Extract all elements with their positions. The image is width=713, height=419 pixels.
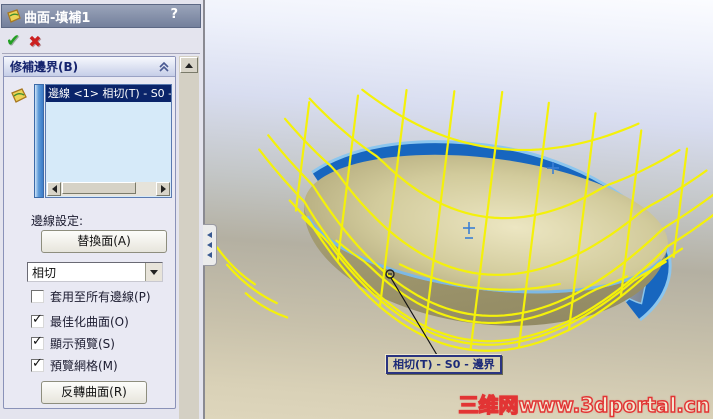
curvature-control-dropdown[interactable]: 相切 <box>27 262 163 282</box>
patch-boundary-header[interactable]: 修補邊界(B) <box>4 57 175 77</box>
patch-boundary-group: 修補邊界(B) 邊線 <1> 相切(T) - S0 - 邊線設定: 替換面(A)… <box>3 56 176 409</box>
property-manager-panel: 曲面-填補1 ? ✔ ✖ 修補邊界(B) 邊線 <1> 相切(T) - S0 -… <box>0 0 203 419</box>
scroll-left-button[interactable] <box>47 182 61 196</box>
checkbox-label: 套用至所有邊線(P) <box>50 290 151 304</box>
checkbox-optimize-surface[interactable]: ✓ 最佳化曲面(O) <box>31 312 129 329</box>
help-button[interactable]: ? <box>170 7 178 22</box>
panel-title: 曲面-填補1 <box>24 10 91 26</box>
scroll-right-button[interactable] <box>156 182 170 196</box>
dropdown-arrow-button[interactable] <box>145 263 162 281</box>
divider <box>2 53 200 54</box>
edge-settings-label: 邊線設定: <box>31 214 84 228</box>
panel-titlebar: 曲面-填補1 ? <box>1 4 201 28</box>
surface-fill-icon <box>7 9 21 23</box>
active-selection-stripe <box>34 84 44 198</box>
ok-button[interactable]: ✔ <box>6 31 20 51</box>
panel-vertical-scrollbar[interactable] <box>179 56 199 419</box>
checkbox-label: 預覽網格(M) <box>50 359 118 373</box>
app-window: 相切(T) - S0 - 邊界 三维网www.3dportal.cn 曲面-填補… <box>0 0 713 419</box>
checkbox-apply-to-all-edges[interactable]: ✓ 套用至所有邊線(P) <box>31 289 151 304</box>
checkbox-show-preview[interactable]: ✓ 顯示預覽(S) <box>31 334 115 351</box>
selected-boundary-item[interactable]: 邊線 <1> 相切(T) - S0 - <box>46 85 171 102</box>
checkbox-preview-mesh[interactable]: ✓ 預覽網格(M) <box>31 356 118 373</box>
boundary-selection-icon <box>11 88 27 103</box>
cancel-button[interactable]: ✖ <box>28 32 41 51</box>
panel-splitter-handle[interactable] <box>203 224 217 266</box>
reverse-surface-button[interactable]: 反轉曲面(R) <box>41 381 147 404</box>
checkbox-label: 最佳化曲面(O) <box>50 315 129 329</box>
checkbox-label: 顯示預覽(S) <box>50 337 115 351</box>
patch-boundary-title: 修補邊界(B) <box>10 60 79 74</box>
scroll-thumb[interactable] <box>62 182 136 194</box>
collapse-chevron-icon[interactable] <box>158 61 170 73</box>
watermark-text: 三维网www.3dportal.cn <box>458 392 711 417</box>
replace-face-button[interactable]: 替換面(A) <box>41 230 167 253</box>
edge-callout[interactable]: 相切(T) - S0 - 邊界 <box>386 355 502 374</box>
scroll-up-button[interactable] <box>180 57 198 73</box>
curvature-control-value: 相切 <box>32 265 57 280</box>
boundary-selection-list[interactable]: 邊線 <1> 相切(T) - S0 - <box>45 84 172 198</box>
list-horizontal-scrollbar[interactable] <box>47 182 170 196</box>
